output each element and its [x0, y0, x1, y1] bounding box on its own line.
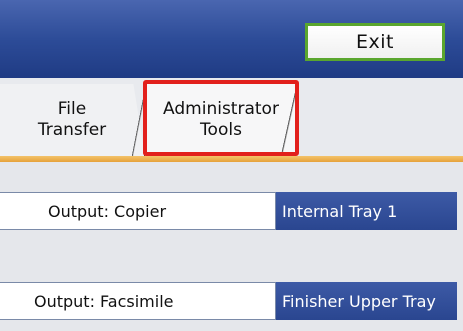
setting-row-output-facsimile[interactable]: Output: Facsimile Finisher Upper Tray	[0, 282, 463, 320]
exit-button[interactable]: Exit	[305, 23, 445, 61]
tab-file-transfer-label-line1: File	[57, 99, 87, 119]
setting-value-output-copier[interactable]: Internal Tray 1	[276, 192, 457, 230]
setting-value-output-facsimile[interactable]: Finisher Upper Tray	[276, 282, 457, 320]
setting-row-output-copier[interactable]: Output: Copier Internal Tray 1	[0, 192, 463, 230]
settings-panel: Output: Copier Internal Tray 1 Output: F…	[0, 162, 463, 331]
exit-button-label: Exit	[356, 31, 394, 53]
tab-file-transfer-label-line2: Transfer	[37, 120, 107, 140]
header-bar: Exit	[0, 0, 463, 78]
setting-label-output-copier: Output: Copier	[0, 192, 276, 230]
tab-file-transfer[interactable]: File Transfer	[0, 84, 145, 156]
setting-label-output-facsimile: Output: Facsimile	[0, 282, 276, 320]
tab-highlight-box	[143, 80, 299, 156]
